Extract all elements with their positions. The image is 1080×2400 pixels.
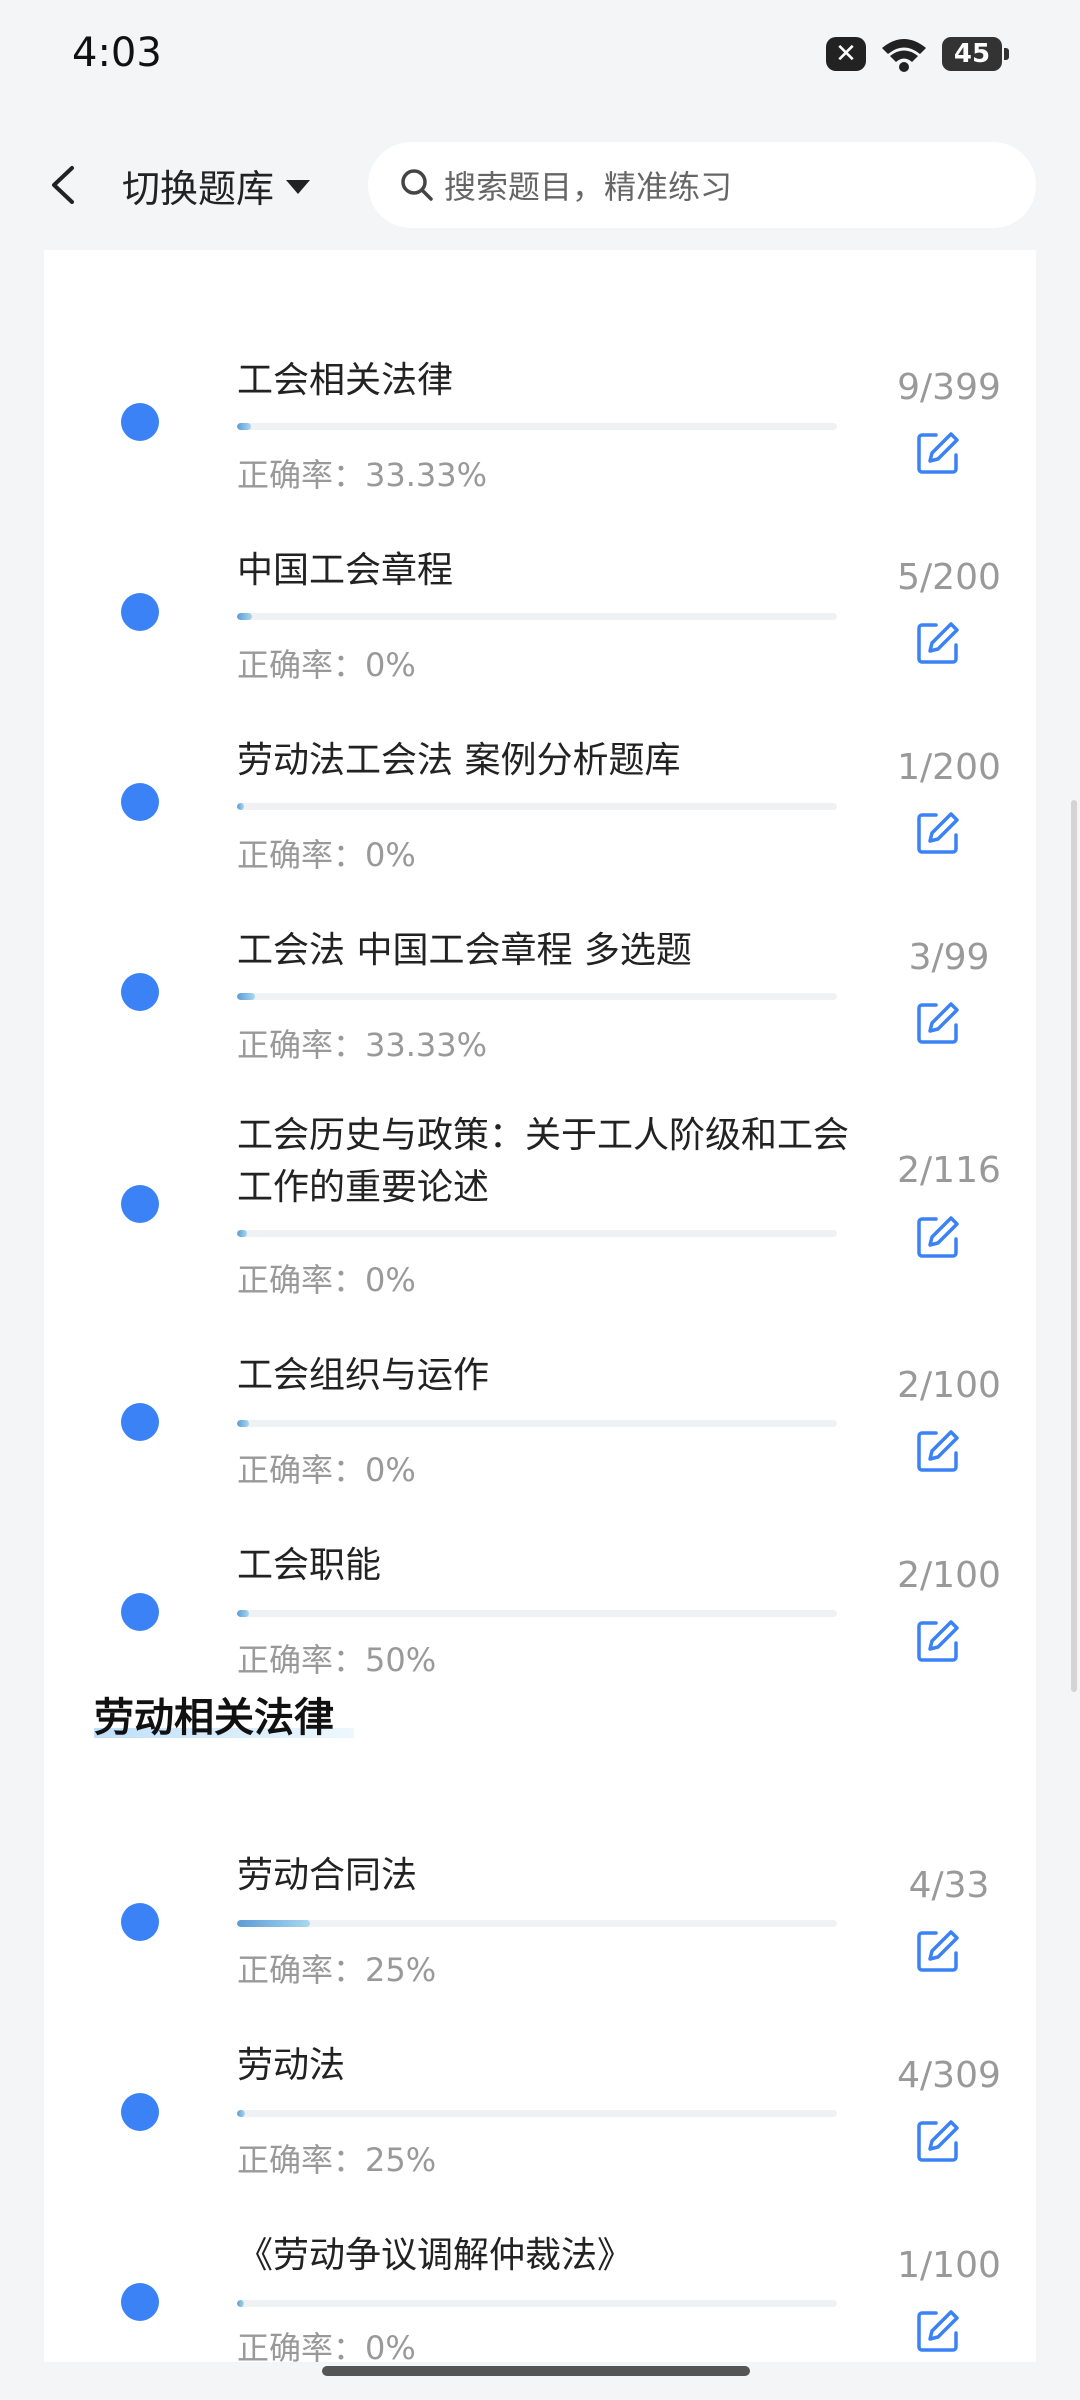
progress-count: 2/116 [897, 1150, 1001, 1191]
progress-count: 5/200 [897, 557, 1001, 598]
item-title: 中国工会章程 [237, 550, 454, 591]
progress-count: 3/99 [908, 937, 990, 978]
accuracy-text: 正确率：33.33% [237, 1026, 488, 1064]
status-dot [121, 1903, 159, 1941]
status-dot [121, 973, 159, 1011]
caret-down-icon [286, 180, 311, 194]
accuracy-text: 正确率：0% [237, 1261, 416, 1299]
progress-count: 1/100 [897, 2245, 1001, 2286]
library-switch-button[interactable]: 切换题库 [122, 160, 311, 211]
progress-bar [237, 993, 837, 1000]
status-dot [121, 783, 159, 821]
accuracy-text: 正确率：50% [237, 1641, 437, 1679]
list-item[interactable]: 工会法 中国工会章程 多选题 正确率：33.33% 3/99 [44, 875, 1036, 1065]
accuracy-text: 正确率：0% [237, 2329, 416, 2362]
progress-fill [237, 2110, 245, 2117]
progress-count: 2/100 [897, 1555, 1001, 1596]
progress-fill [237, 2300, 245, 2307]
status-dot [121, 1403, 159, 1441]
list-item[interactable]: 劳动法 正确率：25% 4/309 [44, 1995, 1036, 2185]
item-title: 工会相关法律 [237, 360, 454, 401]
list-item[interactable]: 《劳动争议调解仲裁法》 正确率：0% 1/100 [44, 2185, 1036, 2362]
search-input[interactable]: 搜索题目，精准练习 [368, 142, 1036, 228]
progress-count: 2/100 [897, 1365, 1001, 1406]
notification-close-icon: ✕ [826, 37, 866, 71]
edit-icon[interactable] [914, 2307, 962, 2355]
progress-fill [237, 1920, 310, 1927]
item-title: 劳动合同法 [237, 1855, 418, 1896]
item-title: 工会法 中国工会章程 多选题 [237, 930, 692, 971]
progress-bar [237, 803, 837, 810]
home-indicator[interactable] [322, 2366, 750, 2376]
progress-count: 4/309 [897, 2055, 1001, 2096]
item-title: 劳动法工会法 案例分析题库 [237, 740, 681, 781]
progress-bar [237, 423, 837, 430]
section-title: 劳动相关法律 [94, 1695, 334, 1741]
accuracy-text: 正确率：0% [237, 836, 416, 874]
progress-fill [237, 1610, 249, 1617]
accuracy-text: 正确率：0% [237, 1451, 416, 1489]
status-bar: 4:03 ✕ 45 [0, 0, 1080, 120]
edit-icon[interactable] [914, 429, 962, 477]
battery-icon: 45 [942, 37, 1009, 71]
item-title: 《劳动争议调解仲裁法》 [237, 2235, 634, 2276]
system-icons: ✕ 45 [826, 36, 1009, 72]
list-item[interactable]: 中国工会章程 正确率：0% 5/200 [44, 495, 1036, 685]
library-switch-label: 切换题库 [122, 166, 275, 211]
progress-fill [237, 613, 252, 620]
progress-fill [237, 993, 255, 1000]
edit-icon[interactable] [914, 2117, 962, 2165]
edit-icon[interactable] [914, 999, 962, 1047]
edit-icon[interactable] [914, 1427, 962, 1475]
edit-icon[interactable] [914, 619, 962, 667]
progress-bar [237, 1230, 837, 1237]
accuracy-text: 正确率：25% [237, 1951, 437, 1989]
progress-bar [237, 1920, 837, 1927]
edit-icon[interactable] [914, 1213, 962, 1261]
status-dot [121, 1185, 159, 1223]
progress-bar [237, 2110, 837, 2117]
status-time: 4:03 [72, 30, 162, 76]
accuracy-text: 正确率：0% [237, 646, 416, 684]
item-title: 工会组织与运作 [237, 1355, 490, 1396]
list-item[interactable]: 工会职能 正确率：50% 2/100 [44, 1495, 1036, 1685]
progress-count: 4/33 [908, 1865, 990, 1906]
progress-bar [237, 1610, 837, 1617]
status-dot [121, 2283, 159, 2321]
search-placeholder: 搜索题目，精准练习 [444, 168, 733, 206]
item-title: 劳动法 [237, 2045, 346, 2086]
progress-fill [237, 423, 251, 430]
item-title: 工会职能 [237, 1545, 382, 1586]
question-bank-list: 工会相关法律 正确率：33.33% 9/399 中国工会章程 正确率：0% 5/… [44, 250, 1036, 2362]
accuracy-text: 正确率：33.33% [237, 456, 488, 494]
back-icon[interactable] [40, 160, 90, 210]
progress-count: 1/200 [897, 747, 1001, 788]
scrollbar[interactable] [1071, 800, 1077, 1692]
progress-fill [237, 1230, 248, 1237]
item-title: 工会历史与政策：关于工人阶级和工会工作的重要论述 [237, 1115, 850, 1208]
edit-icon[interactable] [914, 1617, 962, 1665]
list-item[interactable]: 劳动法工会法 案例分析题库 正确率：0% 1/200 [44, 685, 1036, 875]
status-dot [121, 2093, 159, 2131]
edit-icon[interactable] [914, 809, 962, 857]
wifi-icon [880, 36, 928, 72]
progress-fill [237, 1420, 249, 1427]
status-dot [121, 1593, 159, 1631]
top-nav: 切换题库 搜索题目，精准练习 [0, 120, 1080, 250]
list-item[interactable]: 工会历史与政策：关于工人阶级和工会工作的重要论述 正确率：0% 2/116 [44, 1065, 1036, 1305]
progress-bar [237, 2300, 837, 2307]
progress-count: 9/399 [897, 367, 1001, 408]
list-item[interactable]: 工会相关法律 正确率：33.33% 9/399 [44, 305, 1036, 495]
progress-bar [237, 1420, 837, 1427]
status-dot [121, 403, 159, 441]
accuracy-text: 正确率：25% [237, 2141, 437, 2179]
progress-fill [237, 803, 245, 810]
status-dot [121, 593, 159, 631]
list-item[interactable]: 劳动合同法 正确率：25% 4/33 [44, 1805, 1036, 1995]
edit-icon[interactable] [914, 1927, 962, 1975]
search-icon [398, 166, 436, 204]
progress-bar [237, 613, 837, 620]
list-item[interactable]: 工会组织与运作 正确率：0% 2/100 [44, 1305, 1036, 1495]
